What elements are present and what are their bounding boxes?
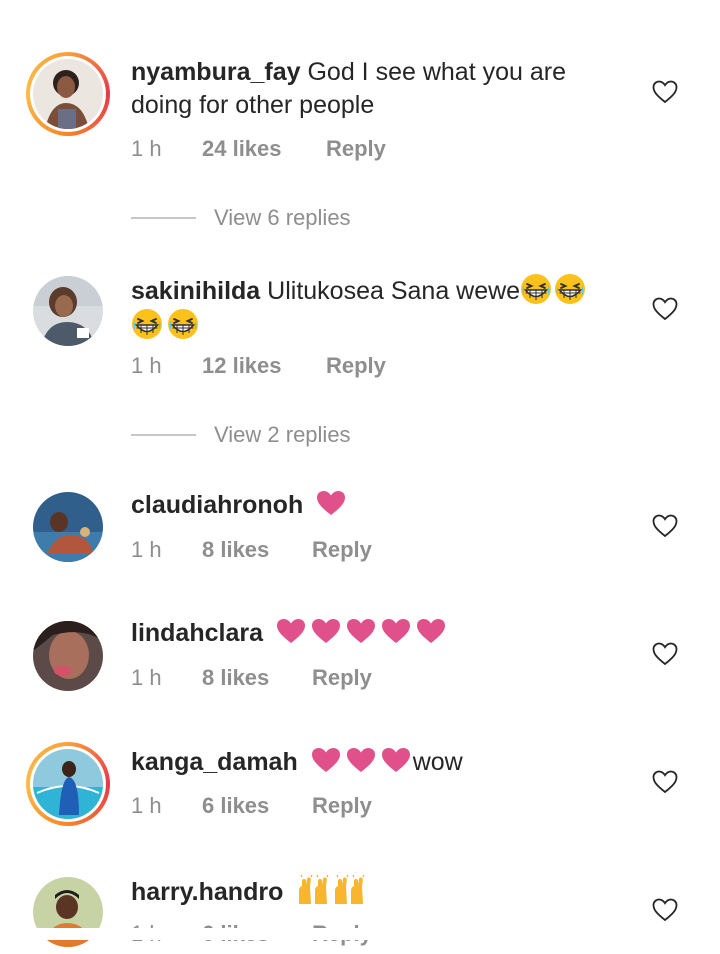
- avatar[interactable]: [33, 492, 103, 562]
- likes-count[interactable]: 8 likes: [202, 664, 269, 692]
- pink-heart-emoji: [416, 618, 446, 644]
- username[interactable]: harry.handro: [131, 878, 283, 906]
- pink-heart-emoji: [381, 618, 411, 644]
- heart-outline-icon[interactable]: [652, 770, 678, 794]
- bottom-edge: [0, 928, 720, 940]
- avatar-wrap: [26, 485, 110, 569]
- avatar-wrap: [26, 269, 110, 353]
- grinning-squinting-face-emoji: [167, 308, 199, 340]
- username[interactable]: lindahclara: [131, 619, 263, 647]
- username[interactable]: nyambura_fay: [131, 58, 301, 86]
- avatar-story-ring[interactable]: [26, 52, 110, 136]
- heart-outline-icon[interactable]: [652, 642, 678, 666]
- heart-outline-icon[interactable]: [652, 898, 678, 922]
- heart-outline-icon[interactable]: [652, 297, 678, 321]
- comment-text: Ulitukosea Sana wewe: [267, 277, 521, 305]
- pink-heart-emoji: [276, 618, 306, 644]
- reply-button[interactable]: Reply: [312, 536, 372, 564]
- likes-count[interactable]: 6 likes: [202, 792, 269, 820]
- raising-hands-emoji: [332, 874, 366, 906]
- pink-heart-emoji: [346, 747, 376, 773]
- grinning-squinting-face-emoji: [131, 308, 163, 340]
- username[interactable]: claudiahronoh: [131, 491, 303, 519]
- pink-heart-emoji: [381, 747, 411, 773]
- reply-button[interactable]: Reply: [326, 352, 386, 380]
- grinning-squinting-face-emoji: [520, 273, 552, 305]
- avatar[interactable]: [33, 276, 103, 346]
- avatar[interactable]: [33, 749, 103, 819]
- pink-heart-emoji: [311, 618, 341, 644]
- timestamp: 1 h: [131, 665, 162, 690]
- avatar[interactable]: [33, 621, 103, 691]
- avatar[interactable]: [33, 59, 103, 129]
- timestamp: 1 h: [131, 537, 162, 562]
- avatar-wrap: [26, 870, 110, 954]
- divider-line: [131, 434, 196, 436]
- likes-count[interactable]: 8 likes: [202, 536, 269, 564]
- pink-heart-emoji: [311, 747, 341, 773]
- heart-outline-icon[interactable]: [652, 80, 678, 104]
- avatar-wrap: [26, 614, 110, 698]
- reply-button[interactable]: Reply: [312, 792, 372, 820]
- likes-count[interactable]: 24 likes: [202, 135, 282, 163]
- heart-outline-icon[interactable]: [652, 514, 678, 538]
- pink-heart-emoji: [316, 490, 346, 516]
- raising-hands-emoji: [296, 874, 330, 906]
- timestamp: 1 h: [131, 136, 162, 161]
- timestamp: 1 h: [131, 793, 162, 818]
- reply-button[interactable]: Reply: [326, 135, 386, 163]
- username[interactable]: sakinihilda: [131, 277, 260, 305]
- avatar-story-ring[interactable]: [26, 742, 110, 826]
- grinning-squinting-face-emoji: [554, 273, 586, 305]
- reply-button[interactable]: Reply: [312, 664, 372, 692]
- username[interactable]: kanga_damah: [131, 748, 298, 776]
- timestamp: 1 h: [131, 353, 162, 378]
- view-replies-button[interactable]: View 6 replies: [131, 203, 391, 233]
- view-replies-button[interactable]: View 2 replies: [131, 420, 391, 450]
- likes-count[interactable]: 12 likes: [202, 352, 282, 380]
- divider-line: [131, 217, 196, 219]
- pink-heart-emoji: [346, 618, 376, 644]
- comment-text: wow: [412, 748, 463, 776]
